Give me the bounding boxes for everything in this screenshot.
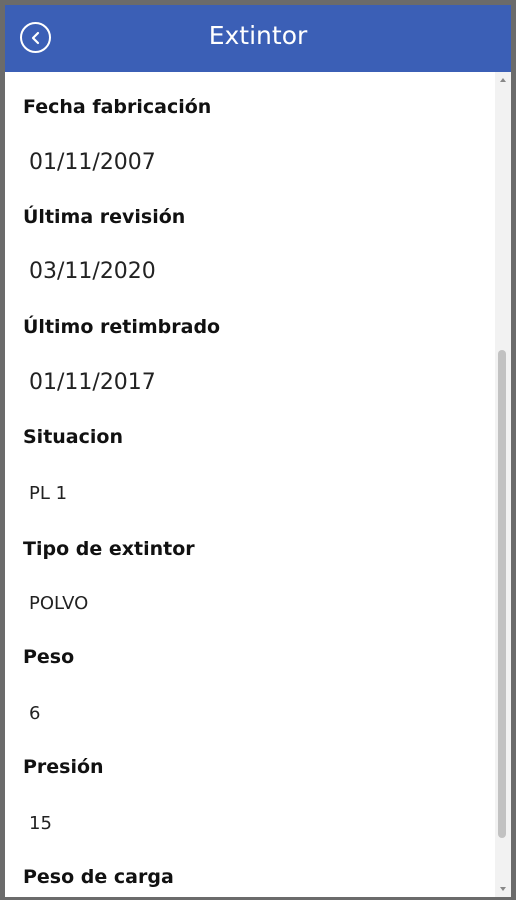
scroll-thumb[interactable] — [498, 350, 506, 838]
label-fecha-fabricacion: Fecha fabricación — [23, 96, 212, 118]
label-tipo-extintor: Tipo de extintor — [23, 538, 195, 560]
detail-form[interactable]: Fecha fabricación 01/11/2007 Última revi… — [5, 72, 495, 897]
value-ultima-revision: 03/11/2020 — [29, 259, 156, 284]
vertical-scrollbar[interactable] — [495, 72, 511, 897]
header-bar: Extintor — [5, 5, 511, 72]
page-title: Extintor — [208, 21, 308, 50]
label-ultimo-retimbrado: Último retimbrado — [23, 316, 221, 338]
value-fecha-fabricacion: 01/11/2007 — [29, 150, 156, 175]
value-tipo-extintor: POLVO — [29, 593, 89, 614]
app-frame: Extintor Fecha fabricación 01/11/2007 Úl… — [5, 5, 511, 897]
label-situacion: Situacion — [23, 426, 123, 448]
label-peso: Peso — [23, 646, 75, 668]
value-ultimo-retimbrado: 01/11/2017 — [29, 370, 156, 395]
scroll-down-arrow-icon[interactable] — [500, 887, 506, 891]
value-presion: 15 — [29, 813, 52, 834]
label-peso-carga: Peso de carga — [23, 866, 174, 888]
scroll-up-arrow-icon[interactable] — [500, 78, 506, 82]
label-ultima-revision: Última revisión — [23, 206, 186, 228]
value-situacion: PL 1 — [29, 483, 68, 504]
label-presion: Presión — [23, 756, 104, 778]
value-peso: 6 — [29, 703, 41, 724]
